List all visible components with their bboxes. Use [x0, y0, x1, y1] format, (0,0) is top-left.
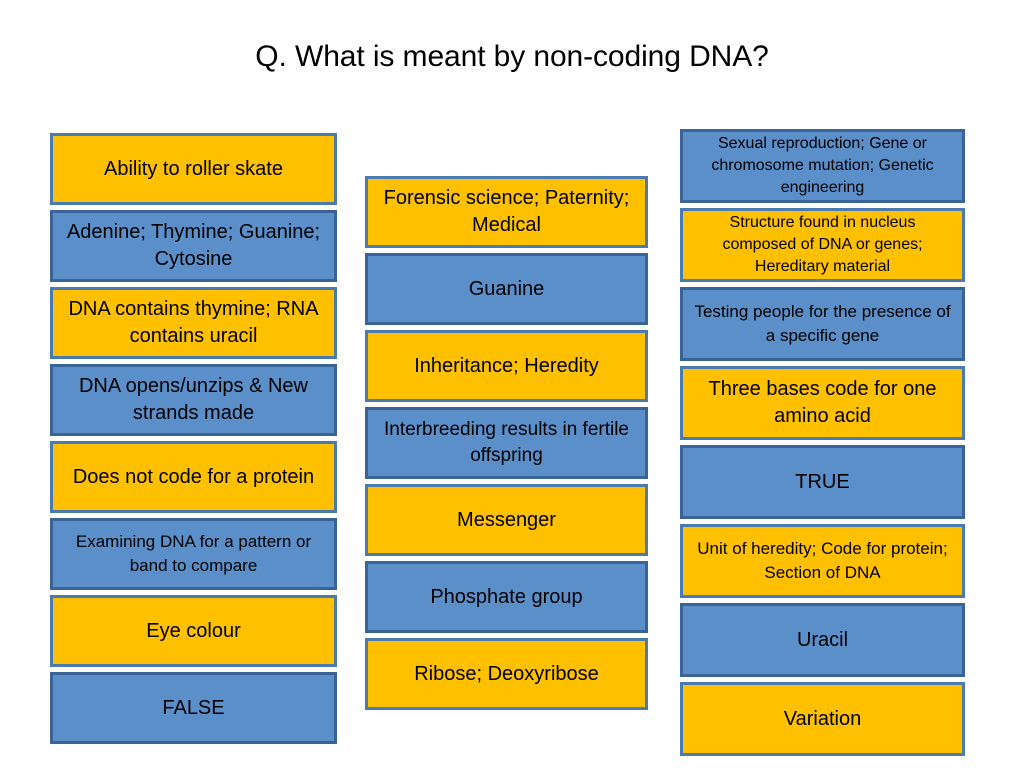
answer-box-label: DNA contains thymine; RNA contains uraci… [68, 298, 319, 347]
answer-box[interactable]: TRUE [680, 445, 965, 519]
answer-box[interactable]: Guanine [365, 253, 648, 325]
answer-box[interactable]: DNA contains thymine; RNA contains uraci… [50, 287, 337, 359]
answer-box-label: Sexual reproduction; Gene or chromosome … [711, 135, 934, 196]
answer-box[interactable]: Adenine; Thymine; Guanine; Cytosine [50, 210, 337, 282]
answer-box[interactable]: Structure found in nucleus composed of D… [680, 208, 965, 282]
answer-column-3: Sexual reproduction; Gene or chromosome … [680, 129, 965, 761]
answer-box[interactable]: Unit of heredity; Code for protein; Sect… [680, 524, 965, 598]
answer-box-label: Examining DNA for a pattern or band to c… [75, 532, 312, 575]
answer-box[interactable]: Ability to roller skate [50, 133, 337, 205]
slide-canvas: Q. What is meant by non-coding DNA? Abil… [0, 0, 1024, 768]
answer-box[interactable]: Interbreeding results in fertile offspri… [365, 407, 648, 479]
answer-box[interactable]: Does not code for a protein [50, 441, 337, 513]
answer-box[interactable]: Testing people for the presence of a spe… [680, 287, 965, 361]
answer-box[interactable]: Uracil [680, 603, 965, 677]
answer-box[interactable]: Eye colour [50, 595, 337, 667]
answer-box-label: Phosphate group [430, 585, 583, 608]
answer-box-label: Inheritance; Heredity [414, 354, 599, 377]
answer-box[interactable]: Forensic science; Paternity; Medical [365, 176, 648, 248]
answer-box[interactable]: Ribose; Deoxyribose [365, 638, 648, 710]
answer-box-label: Does not code for a protein [72, 465, 315, 488]
answer-box[interactable]: Phosphate group [365, 561, 648, 633]
page-title: Q. What is meant by non-coding DNA? [255, 40, 769, 73]
answer-box-label: Messenger [457, 508, 556, 531]
answer-box[interactable]: Messenger [365, 484, 648, 556]
answer-box-label: Uracil [796, 628, 849, 651]
answer-box-label: Unit of heredity; Code for protein; Sect… [697, 539, 948, 582]
answer-box-label: Forensic science; Paternity; Medical [383, 187, 630, 236]
answer-column-1: Ability to roller skate Adenine; Thymine;… [50, 133, 337, 749]
answer-box-label: Eye colour [146, 619, 241, 642]
answer-box[interactable]: Examining DNA for a pattern or band to c… [50, 518, 337, 590]
answer-box[interactable]: Sexual reproduction; Gene or chromosome … [680, 129, 965, 203]
answer-box-label: Testing people for the presence of a spe… [694, 302, 951, 345]
answer-box-label: Guanine [468, 277, 545, 300]
answer-box-label: Interbreeding results in fertile offspri… [383, 419, 629, 466]
answer-box[interactable]: FALSE [50, 672, 337, 744]
answer-column-2: Forensic science; Paternity; Medical Guan… [365, 176, 648, 715]
answer-box-label: TRUE [795, 470, 850, 493]
answer-box-label: Adenine; Thymine; Guanine; Cytosine [66, 221, 321, 270]
answer-box-label: Three bases code for one amino acid [708, 378, 937, 427]
answer-box[interactable]: Three bases code for one amino acid [680, 366, 965, 440]
answer-box-label: DNA opens/unzips & New strands made [78, 375, 308, 424]
answer-box[interactable]: Variation [680, 682, 965, 756]
answer-box[interactable]: Inheritance; Heredity [365, 330, 648, 402]
answer-box-label: Ability to roller skate [104, 157, 283, 180]
answer-box[interactable]: DNA opens/unzips & New strands made [50, 364, 337, 436]
answer-box-label: Variation [783, 707, 862, 730]
answer-box-label: Structure found in nucleus composed of D… [722, 214, 923, 275]
answer-box-label: FALSE [162, 696, 225, 719]
answer-box-label: Ribose; Deoxyribose [414, 662, 599, 685]
